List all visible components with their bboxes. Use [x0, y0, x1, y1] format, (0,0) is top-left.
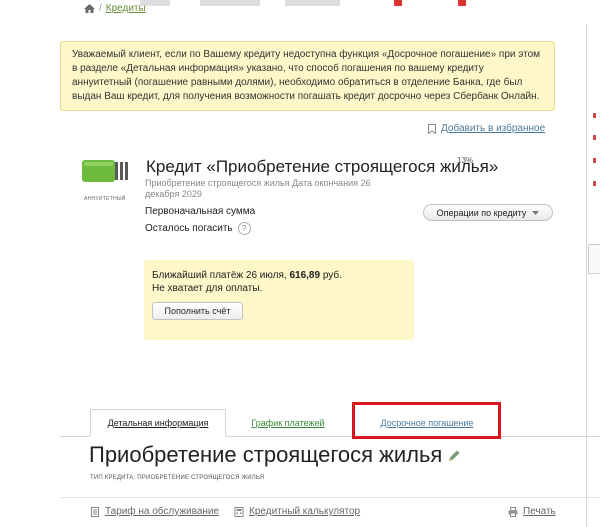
pencil-icon[interactable]	[448, 449, 461, 462]
wallet-icon	[82, 160, 128, 182]
calculator-icon	[234, 506, 244, 517]
notice-box: Уважаемый клиент, если по Вашему кредиту…	[60, 41, 555, 111]
right-column-edge	[586, 24, 587, 527]
breadcrumb-separator: /	[99, 3, 102, 14]
breadcrumb-link-credits[interactable]: Кредиты	[106, 3, 146, 14]
add-to-favorites[interactable]: Добавить в избранное	[428, 123, 545, 134]
next-payment-prefix: Ближайший платёж 26 июля,	[152, 270, 287, 281]
initial-amount-label: Первоначальная сумма	[145, 206, 256, 217]
next-payment-amount: 616,89	[289, 270, 321, 281]
credit-rate: 13%	[457, 156, 474, 165]
right-list-marker	[593, 181, 596, 186]
credit-title: Кредит «Приобретение строящегося жилья»	[146, 157, 499, 176]
right-panel-fragment	[588, 244, 600, 274]
print-link-label[interactable]: Печать	[523, 506, 556, 517]
printer-icon	[508, 506, 518, 517]
tab-payment-schedule-label: График платежей	[251, 418, 325, 428]
top-red-mark	[458, 0, 466, 6]
credit-subtitle: Приобретение строящегося жилья Дата окон…	[145, 178, 371, 199]
top-red-mark	[394, 0, 402, 6]
tab-detailed-info-label: Детальная информация	[107, 418, 209, 428]
add-to-favorites-label[interactable]: Добавить в избранное	[441, 123, 545, 134]
home-icon[interactable]	[84, 4, 95, 13]
calculator-link[interactable]: Кредитный калькулятор	[234, 506, 360, 517]
insufficient-funds-text: Не хватает для оплаты.	[152, 283, 263, 294]
tab-detailed-info[interactable]: Детальная информация	[90, 409, 226, 437]
right-list-marker	[593, 113, 596, 118]
top-tab-remnant	[200, 0, 260, 6]
highlight-annotation-box	[352, 402, 501, 439]
help-icon[interactable]: ?	[237, 222, 251, 235]
credit-operations-label: Операции по кредиту	[436, 207, 527, 218]
section-title-text: Приобретение строящегося жилья	[89, 442, 443, 467]
chevron-down-icon	[532, 210, 540, 215]
credit-type-caption: АННУИТЕТНЫЙ	[84, 196, 126, 202]
remaining-row: Осталось погасить ?	[145, 222, 251, 235]
bookmark-icon	[428, 123, 436, 134]
next-payment-box: Ближайший платёж 26 июля, 616,89 руб. Не…	[144, 260, 414, 340]
remaining-label: Осталось погасить	[145, 223, 233, 234]
top-tab-remnant	[285, 0, 340, 6]
print-link[interactable]: Печать	[508, 506, 556, 517]
credit-type-text: ТИП КРЕДИТА: ПРИОБРЕТЕНИЕ СТРОЯЩЕГОСЯ ЖИ…	[90, 475, 265, 481]
right-list-marker	[593, 158, 596, 163]
breadcrumb: / Кредиты	[84, 3, 146, 14]
notice-text: Уважаемый клиент, если по Вашему кредиту…	[72, 49, 541, 102]
next-payment-currency: руб.	[322, 270, 342, 281]
tab-payment-schedule[interactable]: График платежей	[235, 409, 341, 437]
top-up-account-button[interactable]: Пополнить счёт	[152, 302, 243, 320]
tariff-link-label[interactable]: Тариф на обслуживание	[105, 506, 219, 517]
footer-divider	[60, 497, 600, 498]
calculator-link-label[interactable]: Кредитный калькулятор	[249, 506, 360, 517]
tariff-link[interactable]: Тариф на обслуживание	[90, 506, 219, 517]
credit-operations-button[interactable]: Операции по кредиту	[423, 204, 553, 221]
section-title: Приобретение строящегося жилья	[89, 442, 461, 468]
next-payment-line: Ближайший платёж 26 июля, 616,89 руб.	[152, 270, 406, 281]
right-list-marker	[593, 135, 596, 140]
document-icon	[91, 506, 99, 517]
